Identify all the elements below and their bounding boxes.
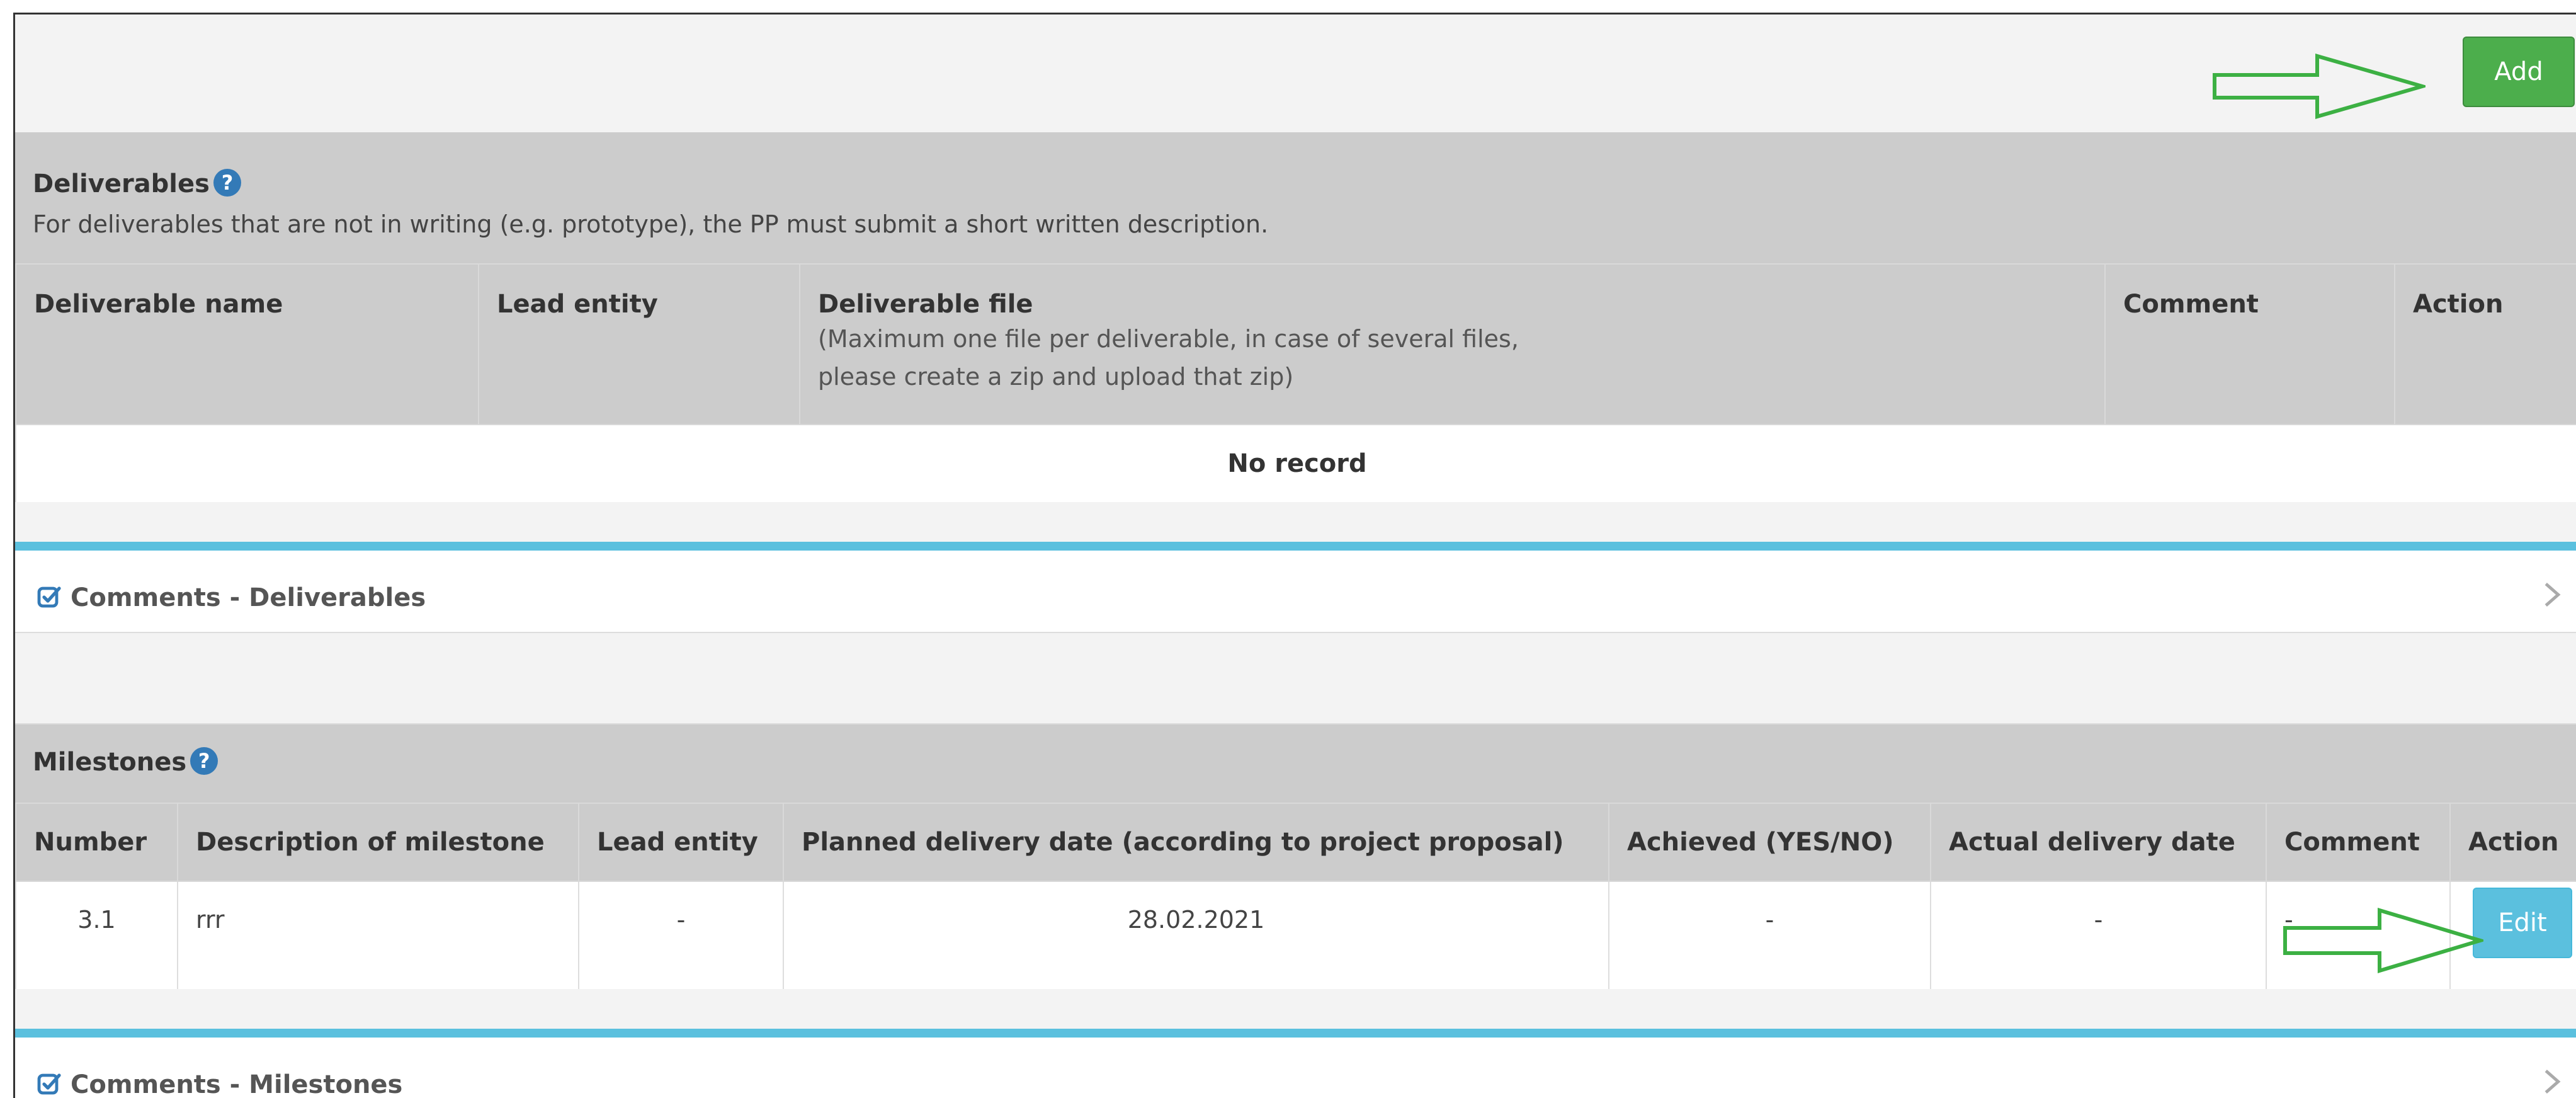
col-action: Action	[2394, 263, 2576, 425]
comments-deliverables-label: Comments - Deliverables	[37, 583, 426, 612]
table-row: 3.1 rrr - 28.02.2021 - - -	[15, 881, 2576, 990]
file-note-line-2: please create a zip and upload that zip)	[818, 363, 1294, 391]
milestones-title: Milestones?	[33, 747, 218, 777]
comments-deliverables-panel[interactable]: Comments - Deliverables	[15, 542, 2576, 633]
chevron-right-icon	[2545, 583, 2561, 607]
col-number: Number	[15, 803, 178, 882]
cell-number: 3.1	[15, 881, 178, 990]
chevron-right-icon	[2545, 1070, 2561, 1094]
spacer	[15, 633, 2576, 724]
col-comment: Comment	[2266, 803, 2451, 882]
milestones-header-row: Number Description of milestone Lead ent…	[15, 803, 2576, 882]
cell-planned-date: 28.02.2021	[783, 881, 1609, 990]
deliverables-table: Deliverable name Lead entity Deliverable…	[15, 263, 2576, 503]
spacer	[15, 989, 2576, 1029]
cell-actual-date: -	[1930, 881, 2267, 990]
add-button[interactable]: Add	[2463, 37, 2575, 107]
arrow-right-outline-icon	[2213, 54, 2426, 119]
deliverables-header: Deliverables? For deliverables that are …	[15, 132, 2576, 263]
milestones-header: Milestones?	[15, 724, 2576, 803]
empty-row: No record	[15, 424, 2576, 503]
question-circle-icon[interactable]: ?	[213, 169, 241, 197]
col-deliverable-file: Deliverable file (Maximum one file per d…	[799, 263, 2106, 425]
col-lead-entity: Lead entity	[578, 803, 784, 882]
deliverables-description: For deliverables that are not in writing…	[33, 210, 1269, 238]
file-note-line-1: (Maximum one file per deliverable, in ca…	[818, 325, 1519, 353]
check-square-icon	[37, 1073, 61, 1095]
col-actual-date: Actual delivery date	[1930, 803, 2267, 882]
arrow-right-outline-icon	[2283, 908, 2483, 974]
cell-lead: -	[578, 881, 784, 990]
comments-milestones-label: Comments - Milestones	[37, 1070, 402, 1098]
col-action: Action	[2449, 803, 2576, 882]
col-achieved: Achieved (YES/NO)	[1608, 803, 1931, 882]
deliverables-title: Deliverables?	[33, 169, 241, 198]
col-planned-date: Planned delivery date (according to proj…	[783, 803, 1609, 882]
top-toolbar: Add	[15, 14, 2576, 132]
col-lead-entity: Lead entity	[478, 263, 800, 425]
col-deliverable-name: Deliverable name	[15, 263, 479, 425]
col-description: Description of milestone	[177, 803, 579, 882]
no-record-text: No record	[15, 424, 2576, 503]
col-comment: Comment	[2104, 263, 2395, 425]
question-circle-icon[interactable]: ?	[190, 747, 218, 775]
deliverables-header-row: Deliverable name Lead entity Deliverable…	[15, 263, 2576, 425]
spacer	[15, 502, 2576, 542]
cell-achieved: -	[1608, 881, 1931, 990]
page-frame: Add Deliverables? For deliverables that …	[13, 13, 2576, 1098]
check-square-icon	[37, 586, 61, 608]
edit-button[interactable]: Edit	[2473, 888, 2572, 958]
cell-description: rrr	[177, 881, 579, 990]
milestones-table: Number Description of milestone Lead ent…	[15, 803, 2576, 990]
comments-milestones-panel[interactable]: Comments - Milestones	[15, 1029, 2576, 1098]
